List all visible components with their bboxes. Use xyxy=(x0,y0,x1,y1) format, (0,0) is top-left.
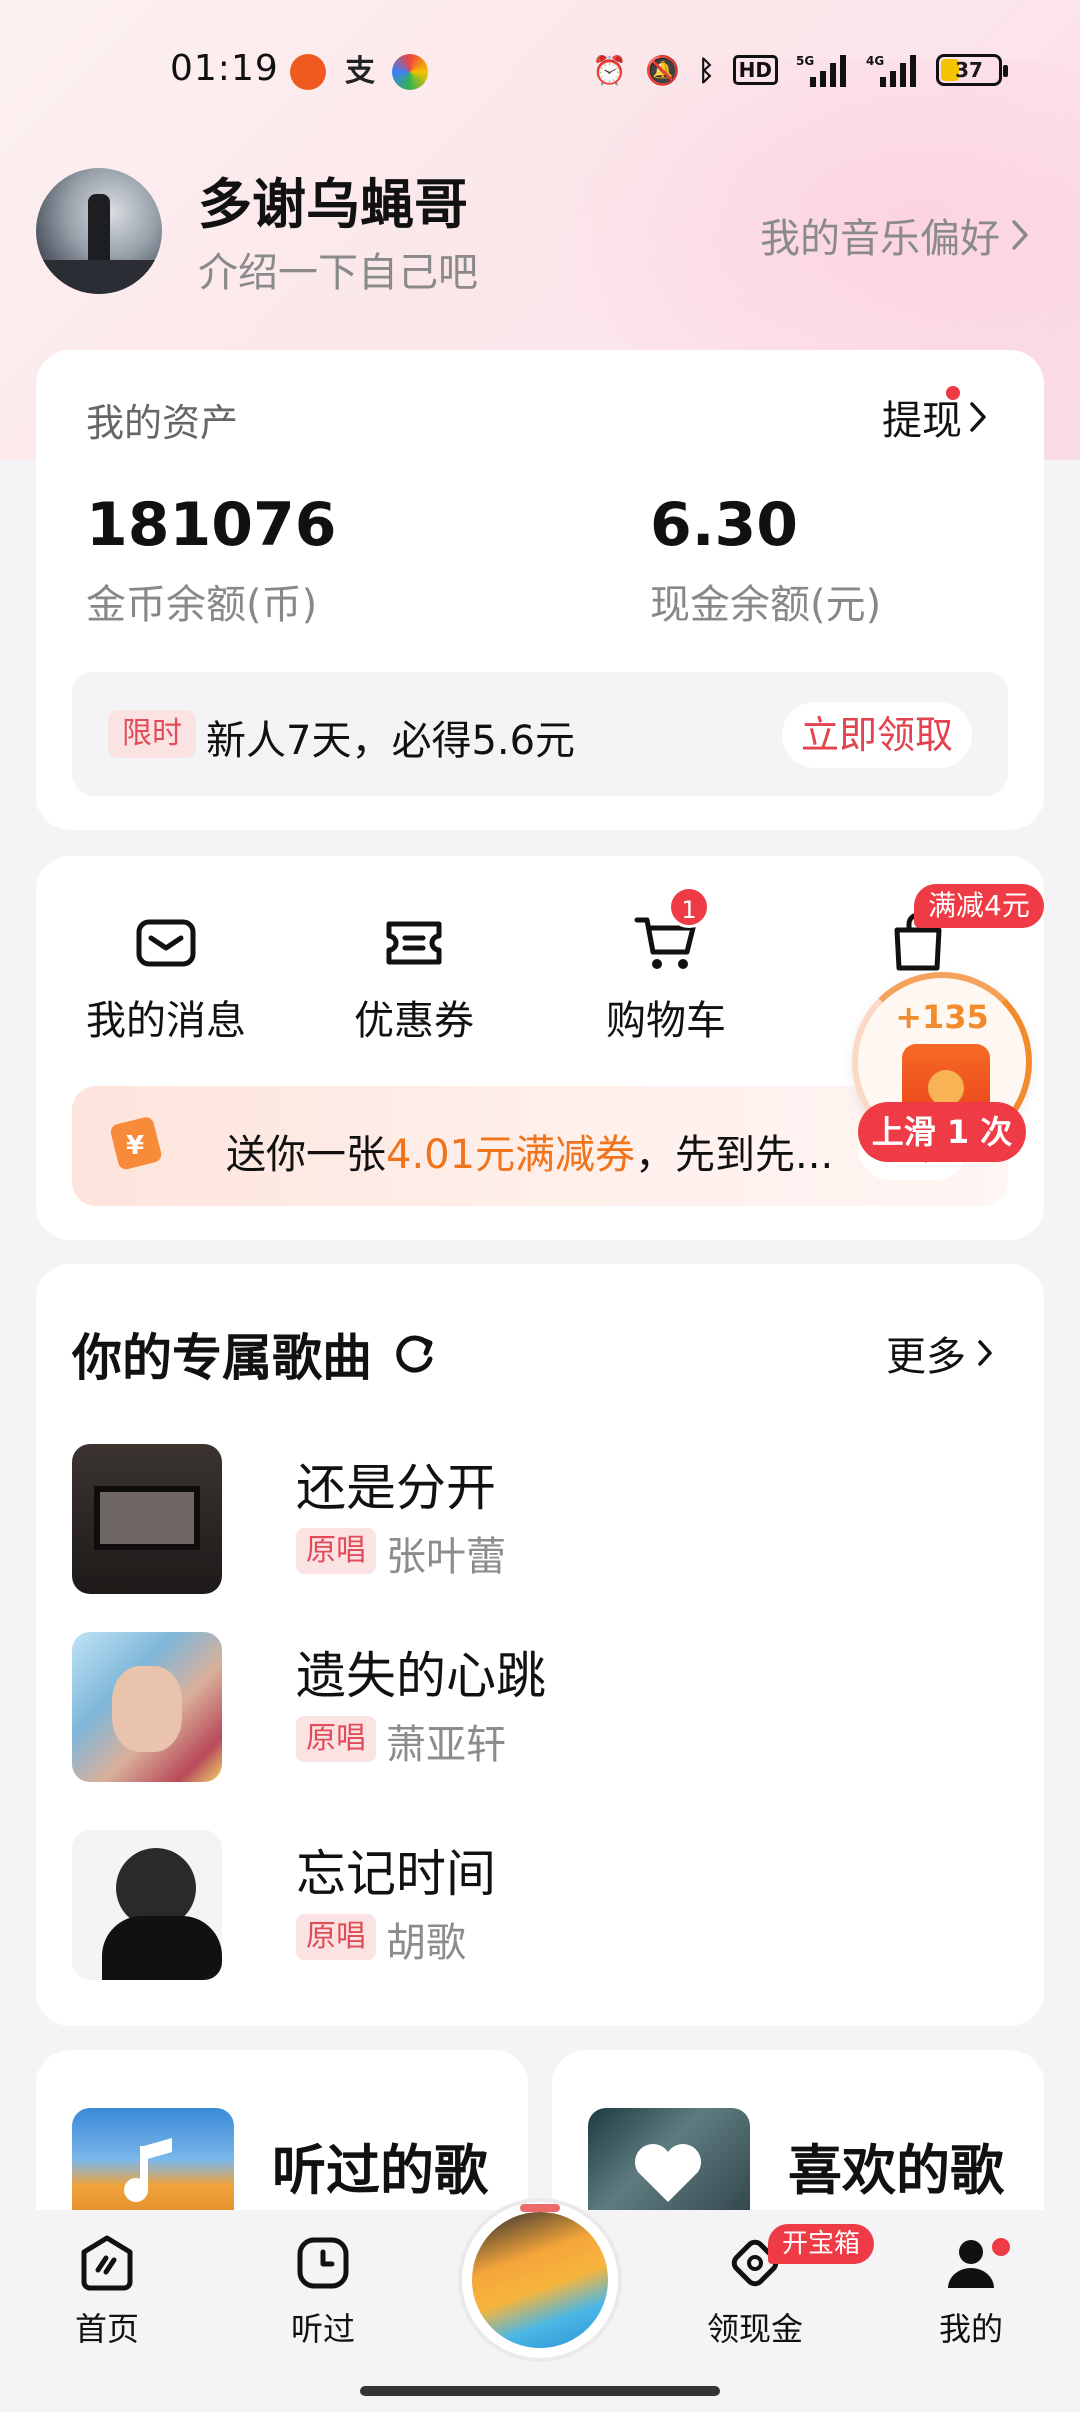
heard-songs-cover xyxy=(72,2108,234,2210)
profile-intro[interactable]: 介绍一下自己吧 xyxy=(198,240,478,298)
coupon-text-suffix: ，先到先... xyxy=(635,1132,834,1178)
song-title: 遗失的心跳 xyxy=(296,1647,546,1705)
original-tag: 原唱 xyxy=(296,1914,376,1960)
withdraw-button[interactable]: 提现 xyxy=(882,386,988,446)
song-item[interactable]: 忘记时间 原唱 胡歌 xyxy=(72,1830,1012,1980)
song-title: 还是分开 xyxy=(296,1459,496,1517)
coin-balance-label: 金币余额(币) xyxy=(86,582,318,628)
song-cover xyxy=(72,1830,222,1980)
heart-icon xyxy=(634,2143,702,2202)
cash-balance-value[interactable]: 6.30 xyxy=(650,490,798,560)
app-notification-icon xyxy=(290,54,326,90)
avatar[interactable] xyxy=(36,168,162,294)
limited-time-tag: 限时 xyxy=(108,710,196,758)
alarm-icon: ⏰ xyxy=(592,53,627,87)
home-icon xyxy=(81,2235,133,2291)
song-artist: 萧亚轩 xyxy=(386,1722,506,1768)
bottom-nav: 首页 听过 领现金 开宝箱 我的 xyxy=(0,2202,1080,2412)
cash-balance-label: 现金余额(元) xyxy=(650,582,882,628)
shortcut-coupons[interactable]: 优惠券 xyxy=(314,908,514,1046)
liked-songs-cover xyxy=(588,2108,750,2210)
song-cover xyxy=(72,1632,222,1782)
nav-label: 听过 xyxy=(290,2310,355,2348)
promo-text: 新人7天，必得5.6元 xyxy=(206,718,576,764)
shortcut-messages[interactable]: 我的消息 xyxy=(66,908,266,1046)
shortcut-label: 购物车 xyxy=(606,998,726,1044)
reward-points: +135 xyxy=(895,998,989,1036)
coupon-text-prefix: 送你一张 xyxy=(226,1132,386,1178)
coupon-highlight: 4.01元满减券 xyxy=(386,1132,636,1178)
more-label: 更多 xyxy=(886,1334,966,1380)
svg-text:¥: ¥ xyxy=(126,1131,144,1161)
mute-icon: 🔕 xyxy=(644,53,680,87)
swipe-up-hint[interactable]: 上滑 1 次 xyxy=(858,1102,1026,1162)
home-indicator[interactable] xyxy=(360,2386,720,2396)
exclusive-songs-card: 你的专属歌曲 更多 还是分开 原唱 张叶蕾 遗失的心跳 原唱 萧亚轩 忘记时间 … xyxy=(36,1264,1044,2026)
hd-icon: HD xyxy=(732,55,778,85)
music-preference-link[interactable]: 我的音乐偏好 xyxy=(760,206,1030,264)
coupon-text: 送你一张4.01元满减券，先到先... xyxy=(226,1122,833,1180)
nav-home[interactable]: 首页 xyxy=(32,2232,182,2350)
svg-text:5G: 5G xyxy=(796,54,814,68)
clock-icon xyxy=(297,2237,349,2289)
song-title: 忘记时间 xyxy=(296,1845,496,1903)
claim-now-button[interactable]: 立即领取 xyxy=(782,702,972,768)
battery-icon: 37 xyxy=(936,54,1008,86)
status-bar: 01:19 支 ⏰ 🔕 ᛒ HD 5G 4G 37 xyxy=(0,0,1080,140)
ticket-icon: ¥ xyxy=(110,1117,162,1170)
alipay-notification-icon: 支 xyxy=(345,54,375,89)
song-cover xyxy=(72,1444,222,1594)
original-tag: 原唱 xyxy=(296,1528,376,1574)
heard-songs-card[interactable]: 听过的歌 xyxy=(36,2050,528,2210)
status-time: 01:19 xyxy=(170,48,279,89)
username[interactable]: 多谢乌蝇哥 xyxy=(198,160,468,239)
heard-songs-title: 听过的歌 xyxy=(272,2139,488,2202)
original-tag: 原唱 xyxy=(296,1716,376,1762)
5g-signal-icon: 5G xyxy=(796,54,846,87)
nav-label: 领现金 xyxy=(706,2310,803,2348)
colorful-app-icon xyxy=(392,54,428,90)
now-playing-disc[interactable] xyxy=(462,2202,618,2358)
chevron-right-icon xyxy=(978,1340,992,1366)
bluetooth-icon: ᛒ xyxy=(697,53,715,87)
coupon-icon xyxy=(386,921,442,965)
nav-me[interactable]: 我的 xyxy=(896,2232,1046,2350)
song-artist: 张叶蕾 xyxy=(386,1534,506,1580)
refresh-icon[interactable] xyxy=(390,1329,440,1379)
chevron-right-icon xyxy=(970,402,986,432)
notification-dot xyxy=(946,386,960,400)
music-preference-label: 我的音乐偏好 xyxy=(760,216,1000,262)
coin-balance-value[interactable]: 181076 xyxy=(86,490,337,560)
song-artist: 胡歌 xyxy=(386,1920,466,1966)
song-item[interactable]: 还是分开 原唱 张叶蕾 xyxy=(72,1444,1012,1594)
shortcut-label: 我的消息 xyxy=(86,998,246,1044)
music-note-icon xyxy=(124,2138,172,2202)
liked-songs-card[interactable]: 喜欢的歌 xyxy=(552,2050,1044,2210)
songs-title-text: 你的专属歌曲 xyxy=(72,1329,372,1387)
nav-label: 首页 xyxy=(74,2310,139,2348)
nav-history[interactable]: 听过 xyxy=(248,2232,398,2350)
4g-signal-icon: 4G xyxy=(866,54,916,87)
shortcut-label: 优惠券 xyxy=(354,998,474,1044)
battery-level: 37 xyxy=(955,58,983,82)
album-art xyxy=(472,2212,608,2348)
chevron-right-icon xyxy=(1012,220,1028,250)
assets-title: 我的资产 xyxy=(86,401,239,445)
newcomer-promo-bar[interactable]: 限时 新人7天，必得5.6元 立即领取 xyxy=(72,672,1008,796)
liked-songs-title: 喜欢的歌 xyxy=(788,2139,1004,2202)
more-button[interactable]: 更多 xyxy=(886,1324,994,1382)
nav-label: 我的 xyxy=(938,2310,1003,2348)
songs-section-title: 你的专属歌曲 xyxy=(72,1318,440,1390)
assets-card: 我的资产 提现 181076 金币余额(币) 6.30 现金余额(元) 限时 新… xyxy=(36,350,1044,830)
notification-dot xyxy=(992,2238,1010,2256)
svg-text:4G: 4G xyxy=(866,54,884,68)
mail-icon xyxy=(136,919,196,967)
cart-badge: 1 xyxy=(668,886,710,928)
song-item[interactable]: 遗失的心跳 原唱 萧亚轩 xyxy=(72,1632,1012,1782)
treasure-box-tag: 开宝箱 xyxy=(768,2224,875,2264)
shortcut-cart[interactable]: 购物车 xyxy=(566,908,766,1046)
discount-tag: 满减4元 xyxy=(914,884,1044,928)
progress-arc xyxy=(520,2204,560,2212)
